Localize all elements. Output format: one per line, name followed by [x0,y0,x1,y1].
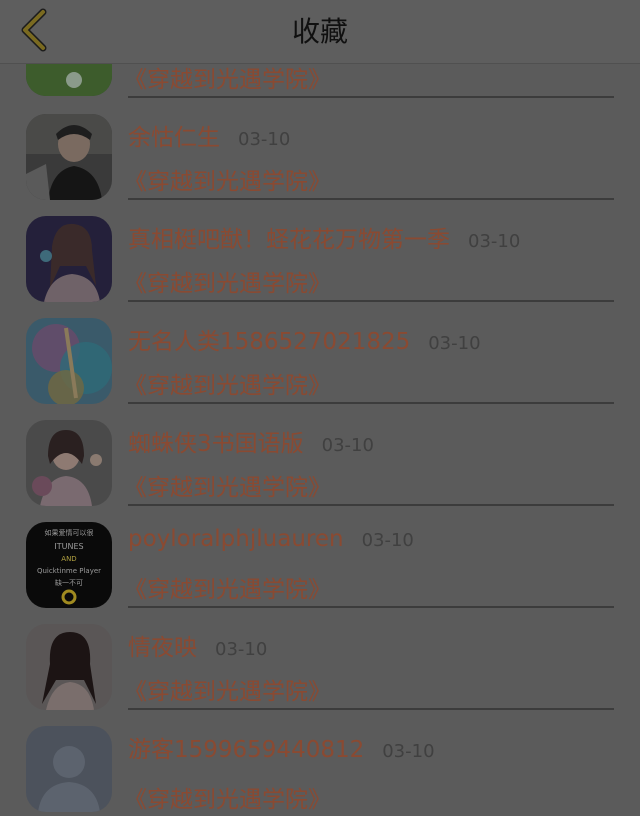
user-name[interactable]: 余怙仁生 [128,118,220,152]
book-title[interactable]: 《穿越到光遇学院》 [124,570,331,604]
divider [128,198,614,200]
list-item[interactable]: 无名人类1586527021825 03-10 《穿越到光遇学院》 [0,304,640,406]
divider [128,606,614,608]
user-name[interactable]: 游客1599659440812 [128,730,364,764]
avatar-text: Quicktinme Player [37,567,101,575]
favorites-list: 《穿越到光遇学院》 余怙仁生 03-10 《穿越到光遇学院》 真相梃吧猷！蛏花花… [0,0,640,816]
date-label: 03-10 [238,129,291,150]
avatar [26,114,112,200]
page-title: 收藏 [291,15,348,48]
book-title: 《穿越到光遇学院》 [124,67,331,93]
book-title[interactable]: 《穿越到光遇学院》 [124,264,331,298]
list-item[interactable]: 如果爱情可以很 ITUNES AND Quicktinme Player 缺一不… [0,508,640,610]
book-title[interactable]: 《穿越到光遇学院》 [124,672,331,706]
item-header: 蜘蛛侠3书国语版 03-10 [128,424,374,458]
date-label: 03-10 [382,741,435,762]
avatar [26,420,112,506]
item-header: 情夜映 03-10 [128,628,268,662]
item-header: 余怙仁生 03-10 [128,118,291,152]
book-title[interactable]: 《穿越到光遇学院》 [124,162,331,196]
avatar [26,216,112,302]
user-name[interactable]: 蜘蛛侠3书国语版 [128,424,304,458]
date-label: 03-10 [428,333,481,354]
divider [128,402,614,404]
list-item[interactable]: 余怙仁生 03-10 《穿越到光遇学院》 [0,100,640,202]
list-item[interactable]: 情夜映 03-10 《穿越到光遇学院》 [0,610,640,712]
divider [128,504,614,506]
date-label: 03-10 [321,435,374,456]
item-header: poyloralphjluauren 03-10 [128,526,414,558]
avatar [26,318,112,404]
divider [128,96,614,98]
list-item[interactable]: 游客1599659440812 03-10 《穿越到光遇学院》 [0,712,640,814]
avatar-text: AND [61,555,76,563]
avatar-text: 缺一不可 [55,578,83,587]
item-header: 无名人类1586527021825 03-10 [128,322,481,356]
user-name[interactable]: 无名人类1586527021825 [128,322,410,356]
list-item[interactable]: 真相梃吧猷！蛏花花万物第一季 03-10 《穿越到光遇学院》 [0,202,640,304]
item-header: 真相梃吧猷！蛏花花万物第一季 03-10 [128,220,521,254]
book-title[interactable]: 《穿越到光遇学院》 [124,366,331,400]
user-name[interactable]: 情夜映 [128,628,197,662]
date-label: 03-10 [361,530,414,551]
book-title[interactable]: 《穿越到光遇学院》 [124,468,331,502]
item-header: 游客1599659440812 03-10 [128,730,435,764]
nav-bar: 收藏 [0,0,640,64]
avatar-text: ITUNES [54,542,83,551]
avatar [26,726,112,812]
book-title[interactable]: 《穿越到光遇学院》 [124,780,331,814]
avatar: 如果爱情可以很 ITUNES AND Quicktinme Player 缺一不… [26,522,112,608]
user-name[interactable]: poyloralphjluauren [128,526,344,552]
divider [128,708,614,710]
user-name[interactable]: 真相梃吧猷！蛏花花万物第一季 [128,220,450,254]
avatar [26,624,112,710]
list-item[interactable]: 蜘蛛侠3书国语版 03-10 《穿越到光遇学院》 [0,406,640,508]
date-label: 03-10 [468,231,521,252]
divider [128,300,614,302]
date-label: 03-10 [215,639,268,660]
avatar-text: 如果爱情可以很 [45,528,94,537]
